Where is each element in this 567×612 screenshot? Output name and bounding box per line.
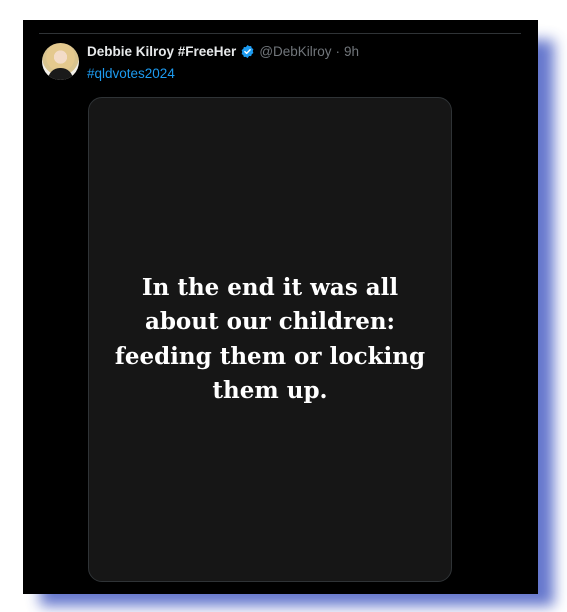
top-divider	[39, 33, 521, 34]
media-quote-text: In the end it was all about our children…	[100, 271, 440, 409]
tweet-media-image[interactable]: In the end it was all about our children…	[88, 97, 452, 582]
verified-badge-icon	[241, 44, 254, 59]
screenshot-stage: Debbie Kilroy #FreeHer @DebKilroy · 9h #…	[0, 0, 567, 612]
avatar[interactable]	[42, 43, 79, 80]
meta-separator: ·	[335, 44, 341, 59]
author-name[interactable]: Debbie Kilroy #FreeHer	[87, 44, 236, 59]
quote-line: feeding them or locking	[114, 342, 426, 370]
quote-line: them up.	[212, 377, 328, 404]
hashtag-link[interactable]: #qldvotes2024	[87, 66, 175, 81]
quote-line: about our children:	[144, 308, 396, 335]
tweet-card[interactable]: Debbie Kilroy #FreeHer @DebKilroy · 9h #…	[23, 20, 538, 594]
tweet-header: Debbie Kilroy #FreeHer @DebKilroy · 9h	[87, 44, 359, 59]
quote-line: In the end it was all	[141, 273, 399, 301]
author-handle[interactable]: @DebKilroy	[259, 44, 331, 59]
tweet-timestamp[interactable]: 9h	[344, 44, 359, 59]
avatar-shoulders	[48, 68, 73, 80]
